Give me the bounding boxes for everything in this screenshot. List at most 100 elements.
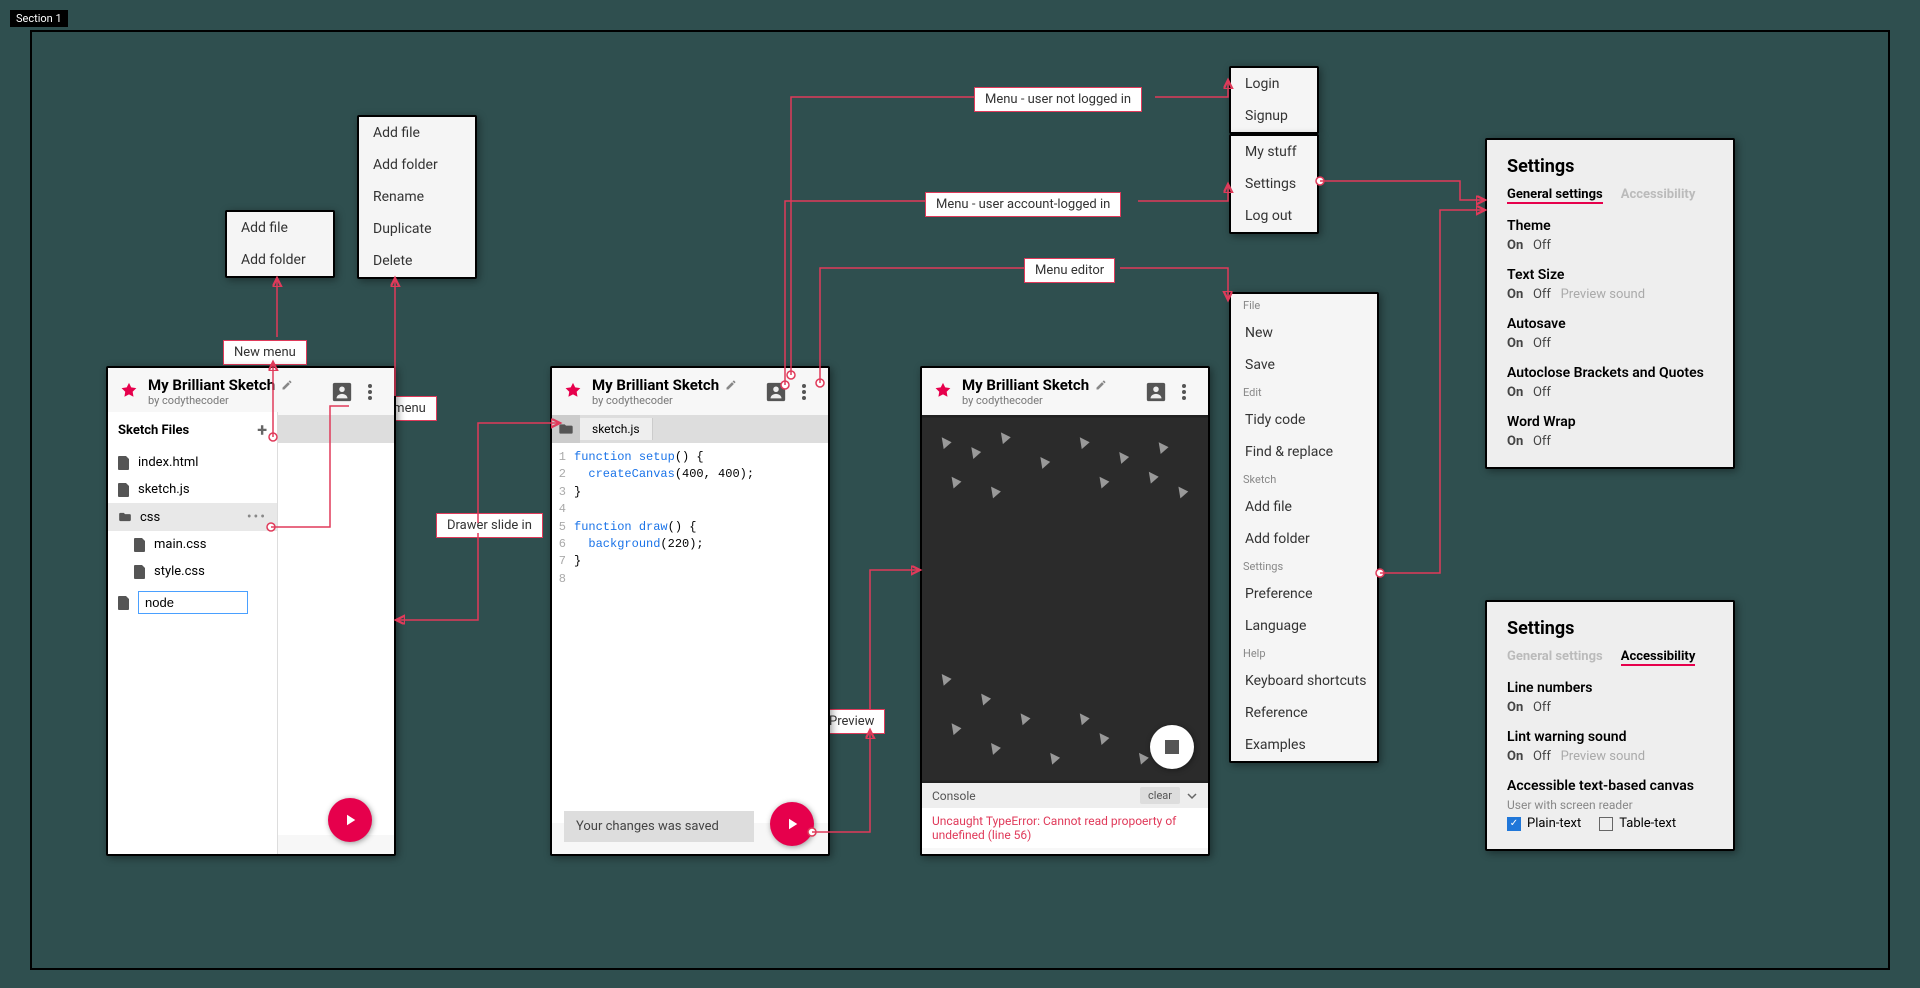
menu-item-save[interactable]: Save	[1231, 349, 1377, 381]
menu-item-signup[interactable]: Signup	[1231, 100, 1317, 132]
tag-menu-editor: Menu editor	[1024, 258, 1115, 283]
file-rename	[108, 585, 277, 620]
folder-item[interactable]: css •••	[108, 503, 277, 531]
opt-off[interactable]: Off	[1533, 385, 1551, 400]
more-vert-icon[interactable]	[1170, 378, 1198, 406]
opt-preview-sound[interactable]: Preview sound	[1561, 749, 1645, 764]
chevron-down-icon[interactable]	[1186, 790, 1198, 802]
account-icon[interactable]	[762, 378, 790, 406]
opt-on[interactable]: On	[1507, 238, 1523, 253]
file-item[interactable]: style.css	[108, 558, 277, 585]
console-clear-button[interactable]: clear	[1140, 787, 1180, 804]
console-header: Console clear	[922, 783, 1208, 808]
settings-title: Settings	[1507, 618, 1713, 639]
account-icon[interactable]	[1142, 378, 1170, 406]
menu-item-tidy[interactable]: Tidy code	[1231, 404, 1377, 436]
menu-header: File	[1231, 294, 1377, 317]
setting-autosave: Autosave	[1507, 316, 1713, 332]
opt-off[interactable]: Off	[1533, 238, 1551, 253]
byline: by codythecoder	[962, 394, 1142, 407]
menu-item-mystuff[interactable]: My stuff	[1231, 136, 1317, 168]
phone-preview: My Brilliant Sketch by codythecoder	[920, 366, 1210, 856]
edit-icon[interactable]	[725, 379, 737, 391]
console-error: Uncaught TypeError: Cannot read propoert…	[922, 808, 1208, 848]
sketch-title: My Brilliant Sketch	[962, 376, 1089, 394]
opt-preview-sound[interactable]: Preview sound	[1561, 287, 1645, 302]
menu-item-shortcuts[interactable]: Keyboard shortcuts	[1231, 665, 1377, 697]
run-button[interactable]	[770, 802, 814, 846]
opt-on[interactable]: On	[1507, 434, 1523, 449]
stop-button[interactable]	[1150, 725, 1194, 769]
menu-logged-out: Login Signup	[1229, 66, 1319, 134]
menu-item-new[interactable]: New	[1231, 317, 1377, 349]
opt-on[interactable]: On	[1507, 749, 1523, 764]
edit-icon[interactable]	[281, 379, 293, 391]
setting-autoclose: Autoclose Brackets and Quotes	[1507, 365, 1713, 381]
rename-input[interactable]	[138, 591, 248, 614]
menu-header: Edit	[1231, 381, 1377, 404]
run-button[interactable]	[328, 798, 372, 842]
menu-item-logout[interactable]: Log out	[1231, 200, 1317, 232]
menu-item-add-folder[interactable]: Add folder	[359, 149, 475, 181]
menu-item-addfolder[interactable]: Add folder	[1231, 523, 1377, 555]
checkbox-tabletext[interactable]: Table-text	[1599, 816, 1676, 831]
code-editor[interactable]: 1function setup() { 2 createCanvas(400, …	[552, 443, 828, 823]
file-item[interactable]: sketch.js	[108, 476, 277, 503]
p5-logo-icon	[932, 381, 954, 403]
menu-item-duplicate[interactable]: Duplicate	[359, 213, 475, 245]
opt-off[interactable]: Off	[1533, 287, 1551, 302]
tag-menu-logged-in: Menu - user account-logged in	[925, 192, 1121, 217]
edit-icon[interactable]	[1095, 379, 1107, 391]
menu-editor: File New Save Edit Tidy code Find & repl…	[1229, 292, 1379, 763]
byline: by codythecoder	[592, 394, 762, 407]
checkbox-plaintext[interactable]: ✓Plain-text	[1507, 816, 1581, 831]
file-item[interactable]: index.html	[108, 449, 277, 476]
opt-off[interactable]: Off	[1533, 700, 1551, 715]
menu-item-add-file[interactable]: Add file	[359, 117, 475, 149]
file-sidebar: Sketch Files + index.html sketch.js css …	[108, 412, 278, 854]
tab-general[interactable]: General settings	[1507, 649, 1603, 666]
p5-logo-icon	[562, 381, 584, 403]
add-file-button[interactable]: +	[257, 420, 267, 441]
file-item[interactable]: main.css	[108, 531, 277, 558]
menu-item-language[interactable]: Language	[1231, 610, 1377, 642]
setting-linenumbers: Line numbers	[1507, 680, 1713, 696]
opt-off[interactable]: Off	[1533, 749, 1551, 764]
setting-theme: Theme	[1507, 218, 1713, 234]
menu-item-reference[interactable]: Reference	[1231, 697, 1377, 729]
menu-item-add-folder[interactable]: Add folder	[227, 244, 333, 276]
menu-item-settings[interactable]: Settings	[1231, 168, 1317, 200]
opt-off[interactable]: Off	[1533, 434, 1551, 449]
editor-tab[interactable]: sketch.js	[580, 418, 653, 440]
menu-item-preference[interactable]: Preference	[1231, 578, 1377, 610]
tab-general[interactable]: General settings	[1507, 187, 1603, 204]
menu-item-find-replace[interactable]: Find & replace	[1231, 436, 1377, 468]
menu-item-delete[interactable]: Delete	[359, 245, 475, 277]
more-dots-icon[interactable]: •••	[247, 509, 267, 525]
tab-accessibility[interactable]: Accessibility	[1621, 187, 1696, 204]
console-label: Console	[932, 789, 976, 803]
account-icon[interactable]	[328, 378, 356, 406]
menu-item-addfile[interactable]: Add file	[1231, 491, 1377, 523]
tag-menu-logged-out: Menu - user not logged in	[974, 87, 1142, 112]
opt-on[interactable]: On	[1507, 287, 1523, 302]
p5-logo-icon	[118, 381, 140, 403]
settings-general-panel: Settings General settings Accessibility …	[1485, 138, 1735, 469]
menu-item-add-file[interactable]: Add file	[227, 212, 333, 244]
open-sidebar-button[interactable]	[552, 415, 580, 443]
setting-wordwrap: Word Wrap	[1507, 414, 1713, 430]
opt-on[interactable]: On	[1507, 700, 1523, 715]
opt-on[interactable]: On	[1507, 385, 1523, 400]
menu-item-login[interactable]: Login	[1231, 68, 1317, 100]
more-vert-icon[interactable]	[356, 378, 384, 406]
sidebar-title: Sketch Files	[118, 423, 189, 438]
tab-accessibility[interactable]: Accessibility	[1621, 649, 1696, 666]
menu-item-rename[interactable]: Rename	[359, 181, 475, 213]
menu-header: Help	[1231, 642, 1377, 665]
opt-on[interactable]: On	[1507, 336, 1523, 351]
menu-item-examples[interactable]: Examples	[1231, 729, 1377, 761]
menu-logged-in: My stuff Settings Log out	[1229, 134, 1319, 234]
opt-off[interactable]: Off	[1533, 336, 1551, 351]
more-vert-icon[interactable]	[790, 378, 818, 406]
section-tag: Section 1	[10, 10, 68, 27]
